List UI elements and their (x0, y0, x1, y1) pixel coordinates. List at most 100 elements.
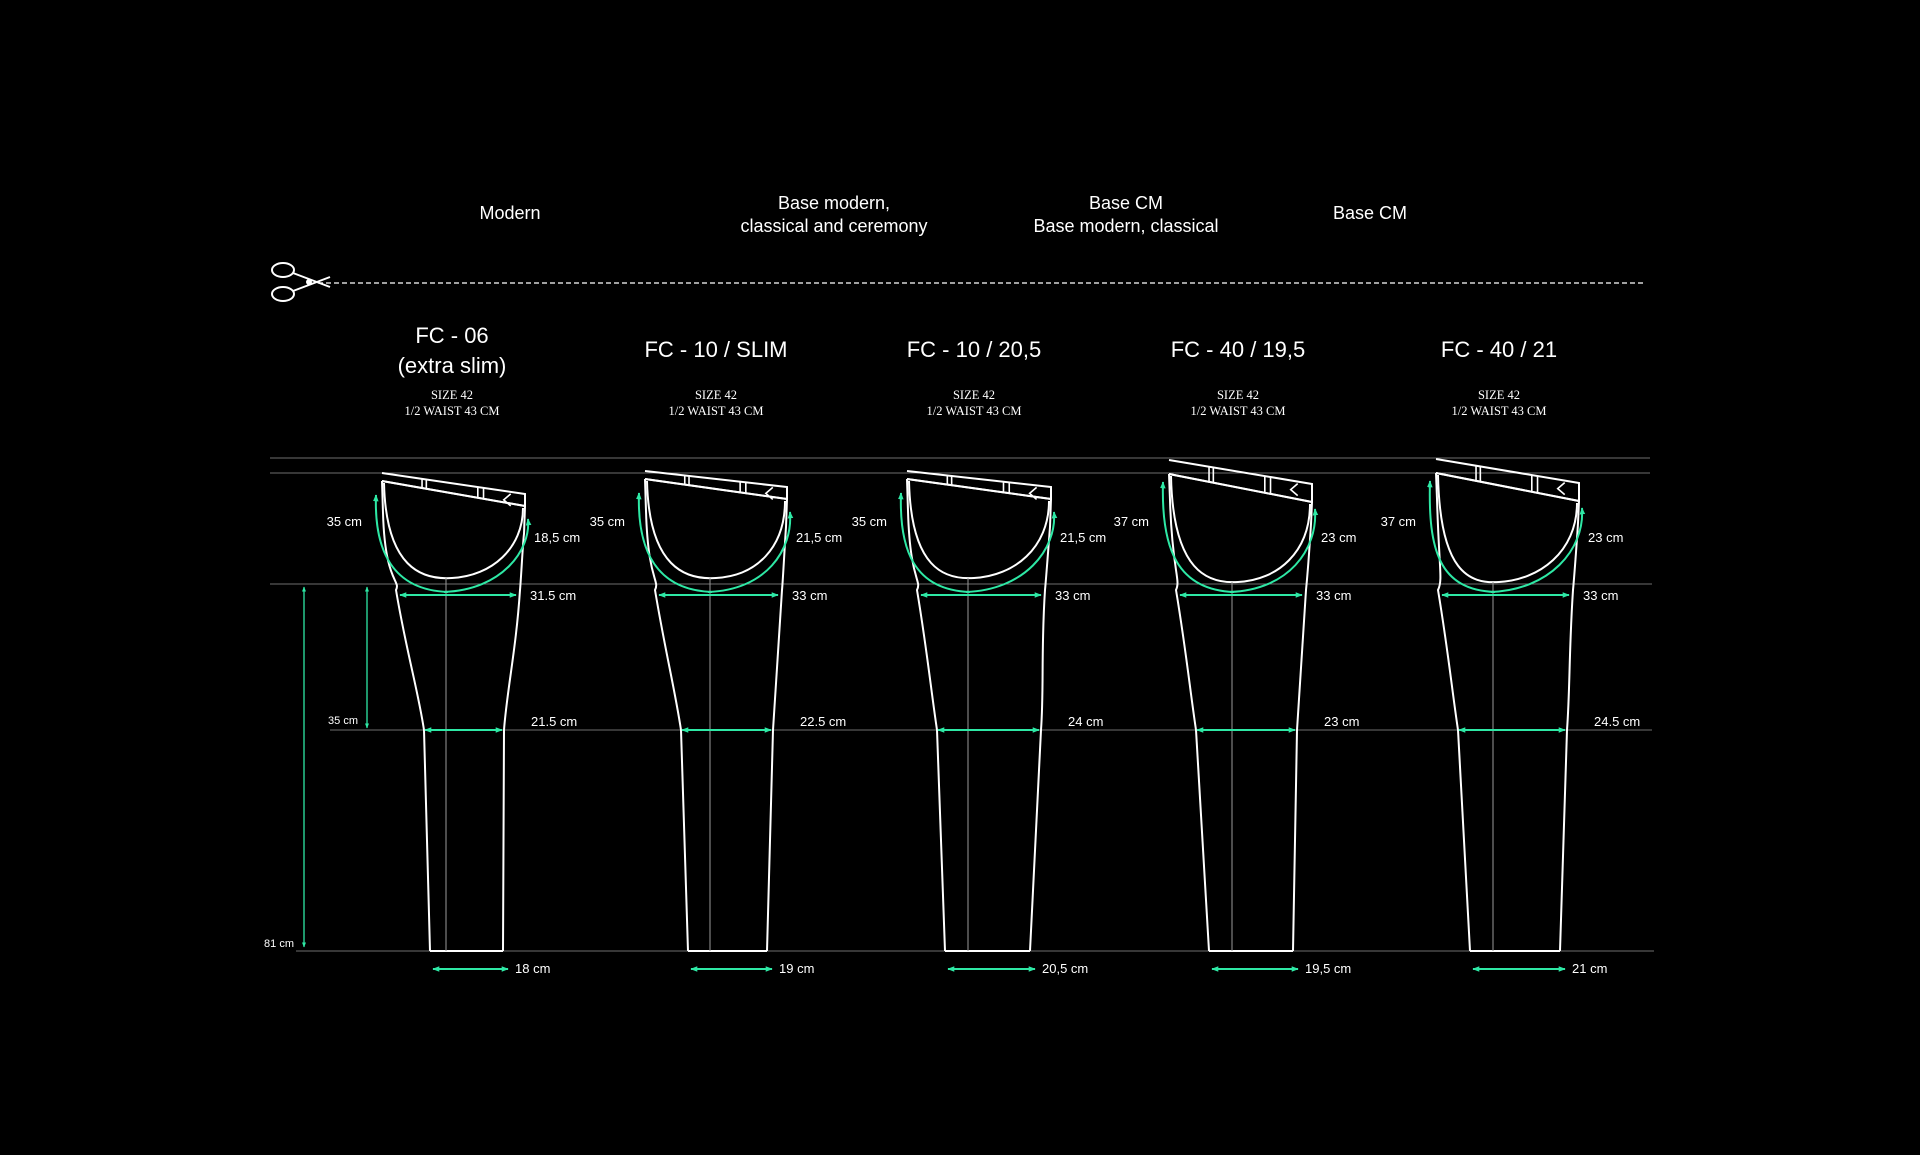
rise-front-label: 35 cm (852, 514, 887, 529)
waistband-seam (1435, 472, 1580, 502)
waistband-seam (1168, 473, 1313, 503)
waistband-seam (644, 478, 788, 500)
hem-label: 20,5 cm (1042, 961, 1088, 976)
waist-label: 1/2 WAIST 43 CM (668, 404, 763, 418)
model-name: FC - 40 / 19,5 (1171, 337, 1306, 362)
thigh-label: 33 cm (1583, 588, 1618, 603)
waistband (1168, 459, 1313, 504)
leg-outline-right (502, 505, 526, 952)
waist-label: 1/2 WAIST 43 CM (1190, 404, 1285, 418)
waistband-outline (381, 472, 526, 508)
category-header-base-modern: Base modern, classical and ceremony (740, 193, 927, 236)
leg-outline-left (906, 478, 946, 952)
waistband-outline (1435, 458, 1580, 503)
rise-front-arrow (1160, 481, 1235, 593)
rise-front-label: 37 cm (1114, 514, 1149, 529)
hem-label: 18 cm (515, 961, 550, 976)
rise-back-arrow (1229, 508, 1319, 593)
category-label: classical and ceremony (740, 216, 927, 236)
knee-label: 23 cm (1324, 714, 1359, 729)
category-label: Base modern, (778, 193, 890, 213)
category-label: Base modern, classical (1033, 216, 1218, 236)
waist-label: 1/2 WAIST 43 CM (1451, 404, 1546, 418)
thigh-label: 33 cm (1316, 588, 1351, 603)
seat-curve (1170, 475, 1311, 584)
height-guides: 35 cm 81 cm (264, 586, 369, 950)
size-label: SIZE 42 (953, 388, 995, 402)
button-tab (1289, 482, 1299, 497)
category-label: Modern (479, 203, 540, 223)
button-tab (1028, 486, 1038, 501)
inseam-total-label: 81 cm (264, 938, 294, 950)
rise-back-arrow (965, 511, 1058, 593)
waistband-outline (644, 470, 788, 501)
inseam-knee-label: 35 cm (328, 715, 358, 727)
leg-outline-left (381, 480, 431, 952)
category-header-modern: Modern (479, 203, 540, 223)
rise-back-label: 21,5 cm (796, 530, 842, 545)
rise-back-label: 21,5 cm (1060, 530, 1106, 545)
trouser-fit-diagram: Modern Base modern, classical and ceremo… (264, 193, 1654, 976)
category-header-base-cm: Base CM (1333, 203, 1407, 223)
pant-models: FC - 06 (extra slim) SIZE 42 1/2 WAIST 43 C… (327, 323, 1641, 976)
seat-curve (1437, 474, 1578, 584)
waistband (906, 470, 1052, 501)
waistband (1435, 458, 1580, 503)
button-tab (502, 493, 512, 507)
pant-model: FC - 10 / SLIM SIZE 42 1/2 WAIST 43 CM 35 c… (590, 337, 847, 976)
hem-label: 19,5 cm (1305, 961, 1351, 976)
category-label: Base CM (1089, 193, 1163, 213)
rise-front-label: 35 cm (590, 514, 625, 529)
pant-model: FC - 06 (extra slim) SIZE 42 1/2 WAIST 43 C… (327, 323, 581, 976)
button-tab (1556, 481, 1566, 496)
knee-label: 24.5 cm (1594, 714, 1640, 729)
waistband (381, 472, 526, 508)
rise-front-label: 35 cm (327, 514, 362, 529)
waistband-seam (381, 480, 526, 507)
waist-label: 1/2 WAIST 43 CM (404, 404, 499, 418)
thigh-label: 33 cm (792, 588, 827, 603)
leg-outline-right (1029, 498, 1052, 952)
knee-label: 21.5 cm (531, 714, 577, 729)
size-label: SIZE 42 (1217, 388, 1259, 402)
model-name: FC - 10 / SLIM (644, 337, 787, 362)
seat-curve (383, 482, 524, 580)
model-name: (extra slim) (398, 353, 507, 378)
size-label: SIZE 42 (431, 388, 473, 402)
leg-outline-right (1292, 501, 1313, 952)
waistband-outline (1168, 459, 1313, 504)
rise-front-label: 37 cm (1381, 514, 1416, 529)
scissors-icon (271, 262, 331, 302)
waistband-seam (906, 478, 1052, 500)
rise-back-arrow (1490, 507, 1586, 593)
pant-model: FC - 40 / 21 SIZE 42 1/2 WAIST 43 CM 37 cm 2… (1381, 337, 1641, 976)
pant-model: FC - 40 / 19,5 SIZE 42 1/2 WAIST 43 CM 37 c… (1114, 337, 1360, 976)
waistband-outline (906, 470, 1052, 501)
leg-outline-left (1168, 473, 1210, 952)
knee-label: 24 cm (1068, 714, 1103, 729)
hem-label: 19 cm (779, 961, 814, 976)
category-label: Base CM (1333, 203, 1407, 223)
button-tab (764, 486, 774, 501)
waistband (644, 470, 788, 501)
knee-label: 22.5 cm (800, 714, 846, 729)
model-name: FC - 40 / 21 (1441, 337, 1557, 362)
cut-line (271, 262, 1645, 302)
size-label: SIZE 42 (695, 388, 737, 402)
model-name: FC - 10 / 20,5 (907, 337, 1042, 362)
thigh-label: 33 cm (1055, 588, 1090, 603)
hem-label: 21 cm (1572, 961, 1607, 976)
size-label: SIZE 42 (1478, 388, 1520, 402)
rise-back-label: 23 cm (1588, 530, 1623, 545)
leg-outline-left (644, 478, 689, 952)
thigh-label: 31.5 cm (530, 588, 576, 603)
rise-back-arrow (443, 518, 532, 593)
guide-lines (270, 457, 1654, 952)
waist-label: 1/2 WAIST 43 CM (926, 404, 1021, 418)
pant-model: FC - 10 / 20,5 SIZE 42 1/2 WAIST 43 CM 35 c… (852, 337, 1107, 976)
rise-back-label: 23 cm (1321, 530, 1356, 545)
category-header-base-cm-classical: Base CM Base modern, classical (1033, 193, 1218, 236)
leg-outline-right (1559, 500, 1580, 952)
model-name: FC - 06 (415, 323, 488, 348)
rise-back-label: 18,5 cm (534, 530, 580, 545)
